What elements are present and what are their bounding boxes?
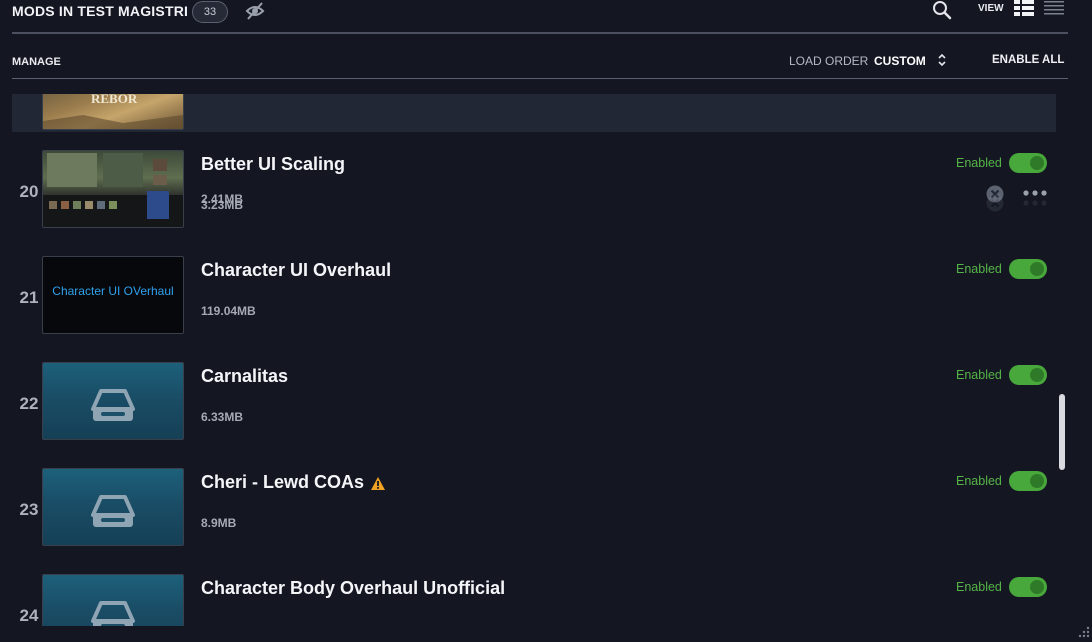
mod-count-badge: 33 <box>192 1 228 23</box>
mod-status: Enabled <box>956 368 1002 382</box>
mod-name: Carnalitas <box>201 366 289 386</box>
list-item[interactable]: 24 Character Body Overhaul Unofficial En… <box>12 574 1056 626</box>
mod-thumbnail <box>42 468 184 546</box>
grid-view-icon[interactable] <box>1014 0 1034 16</box>
mod-enable-toggle[interactable] <box>1009 153 1047 173</box>
load-order-select[interactable]: CUSTOM <box>874 54 926 68</box>
toggle-knob <box>1030 474 1044 488</box>
header-divider <box>12 32 1068 34</box>
mod-name: Character UI Overhaul <box>201 260 392 280</box>
thumbnail-text: Character UI OVerhaul <box>52 284 174 298</box>
list-item[interactable]: MORE REBOR 2.41MB <box>12 94 1056 206</box>
mod-enable-toggle[interactable] <box>1009 259 1047 279</box>
list-scrollbar[interactable] <box>1059 394 1065 470</box>
thumbnail-art-icon <box>43 153 183 227</box>
list-item[interactable]: 21 Character UI OVerhaul Character UI Ov… <box>12 256 1056 346</box>
load-order-index: 23 <box>19 500 39 519</box>
drive-icon <box>91 601 135 626</box>
header-bar: MODS IN TEST MAGISTRI 33 VIEW <box>0 0 1092 32</box>
mod-name: Character Body Overhaul Unofficial <box>201 578 506 598</box>
mod-size: 119.04MB <box>201 304 256 318</box>
mod-name: Cheri - Lewd COAs <box>201 472 365 492</box>
mod-manager-window: MODS IN TEST MAGISTRI 33 VIEW MANAGE LOA… <box>0 0 1092 642</box>
search-icon[interactable] <box>932 0 952 20</box>
load-order-index: 22 <box>19 394 39 413</box>
mod-status: Enabled <box>956 262 1002 276</box>
mod-size: 8.9MB <box>201 516 237 530</box>
mod-status: Enabled <box>956 580 1002 594</box>
list-item[interactable]: 22 Carnalitas 6.33MB Enabled <box>12 362 1056 452</box>
toggle-knob <box>1030 368 1044 382</box>
thumbnail-art-icon: MORE REBOR <box>43 94 183 129</box>
mod-enable-toggle[interactable] <box>1009 577 1047 597</box>
mod-size: 6.33MB <box>201 410 244 424</box>
list-item[interactable]: 20 Better UI Scaling 3.23MB Enabled <box>12 150 1056 240</box>
load-order-index: 20 <box>19 182 39 201</box>
view-label: VIEW <box>978 3 1004 14</box>
list-item[interactable]: 23 Cheri - Lewd COAs 8.9MB Enabled <box>12 468 1056 558</box>
toggle-knob <box>1030 262 1044 276</box>
manage-button[interactable]: MANAGE <box>12 56 61 68</box>
toolbar-divider <box>12 78 1068 79</box>
mod-status: Enabled <box>956 474 1002 488</box>
page-title: MODS IN TEST MAGISTRI <box>12 3 189 19</box>
warning-icon[interactable] <box>370 476 386 491</box>
svg-text:REBOR: REBOR <box>91 94 138 106</box>
mod-thumbnail: Character UI OVerhaul <box>42 256 184 334</box>
enable-all-button[interactable]: ENABLE ALL <box>992 54 1064 66</box>
mod-enable-toggle[interactable] <box>1009 365 1047 385</box>
mod-size: 3.23MB <box>201 198 244 212</box>
remove-icon[interactable] <box>986 194 1004 212</box>
mod-thumbnail <box>42 574 184 626</box>
mod-thumbnail <box>42 150 184 228</box>
hide-icon[interactable] <box>245 2 265 20</box>
more-options-icon[interactable] <box>1022 199 1048 207</box>
toggle-knob <box>1030 156 1044 170</box>
mod-name: Better UI Scaling <box>201 154 346 174</box>
mod-thumbnail: MORE REBOR <box>42 94 184 130</box>
load-order-index: 24 <box>19 606 39 625</box>
load-order-label: LOAD ORDER <box>789 54 869 68</box>
mod-thumbnail <box>42 362 184 440</box>
mod-status: Enabled <box>956 156 1002 170</box>
mod-enable-toggle[interactable] <box>1009 471 1047 491</box>
load-order-index: 21 <box>19 288 39 307</box>
drive-icon <box>91 495 135 527</box>
sort-icon[interactable] <box>937 53 947 67</box>
list-view-icon[interactable] <box>1044 1 1064 15</box>
mod-list: MORE REBOR 2.41MB 20 <box>0 94 1070 626</box>
resize-grip-icon[interactable] <box>1076 624 1090 638</box>
drive-icon <box>91 389 135 421</box>
toggle-knob <box>1030 580 1044 594</box>
